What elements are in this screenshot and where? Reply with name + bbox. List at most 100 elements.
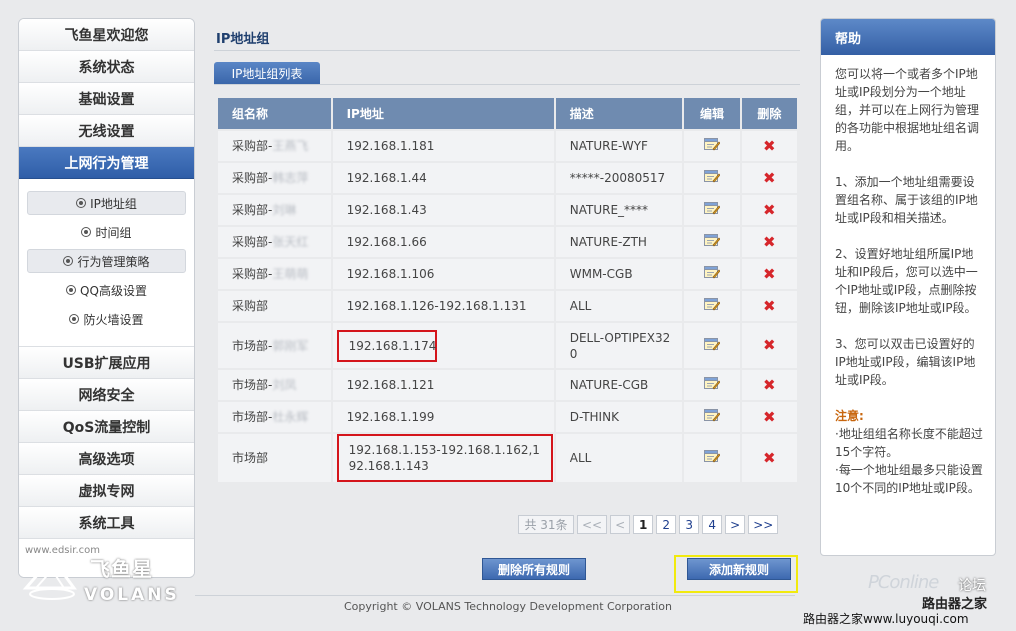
cell-delete: ✖ (741, 370, 797, 400)
edit-icon[interactable] (704, 169, 721, 183)
submenu-label: 时间组 (95, 225, 132, 240)
cell-ip-address: 192.168.1.199 (332, 402, 554, 432)
add-new-rule-button[interactable]: 添加新规则 (687, 558, 791, 580)
cell-ip-address: 192.168.1.44 (332, 163, 554, 193)
cell-ip-address: 192.168.1.181 (332, 131, 554, 161)
page-4-button[interactable]: 4 (702, 515, 723, 534)
menu-item-system-status[interactable]: 系统状态 (19, 51, 194, 83)
note-title: 注意: (835, 409, 864, 423)
menu-item-usb[interactable]: USB扩展应用 (19, 347, 194, 379)
edit-icon[interactable] (704, 265, 721, 279)
cell-delete: ✖ (741, 291, 797, 321)
delete-icon[interactable]: ✖ (763, 450, 776, 466)
column-header-desc[interactable]: 描述 (555, 98, 683, 129)
cell-edit (684, 370, 740, 400)
group-name-text: 市场部- (232, 378, 273, 392)
column-header-name[interactable]: 组名称 (218, 98, 331, 129)
cell-group-name: 市场部-郭刚军 (218, 323, 331, 368)
delete-icon[interactable]: ✖ (763, 409, 776, 425)
group-name-blurred: 郭刚军 (272, 338, 309, 353)
delete-icon[interactable]: ✖ (763, 138, 776, 154)
table-row[interactable]: 市场部 192.168.1.153-192.168.1.162,192.168.1… (218, 434, 797, 482)
delete-icon[interactable]: ✖ (763, 337, 776, 353)
cell-delete: ✖ (741, 131, 797, 161)
divider (214, 84, 800, 85)
submenu-firewall[interactable]: 防火墙设置 (27, 307, 186, 331)
table-row[interactable]: 采购部-张天红 192.168.1.66 NATURE-ZTH ✖ (218, 227, 797, 257)
group-name-blurred: 王萌萌 (272, 267, 309, 281)
page-next-button[interactable]: > (725, 515, 746, 534)
table-row[interactable]: 市场部-刘凤 192.168.1.121 NATURE-CGB ✖ (218, 370, 797, 400)
cell-edit (684, 163, 740, 193)
delete-icon[interactable]: ✖ (763, 234, 776, 250)
page-3-button[interactable]: 3 (679, 515, 700, 534)
group-name-text: 采购部- (232, 267, 273, 281)
table-row[interactable]: 市场部-郭刚军 192.168.1.174 DELL-OPTIPEX320 ✖ (218, 323, 797, 368)
cell-delete: ✖ (741, 323, 797, 368)
page-2-button[interactable]: 2 (656, 515, 677, 534)
edit-icon[interactable] (704, 337, 721, 351)
delete-icon[interactable]: ✖ (763, 266, 776, 282)
menu-item-network-security[interactable]: 网络安全 (19, 379, 194, 411)
column-header-edit: 编辑 (684, 98, 740, 129)
submenu-behavior-policy[interactable]: 行为管理策略 (27, 249, 186, 273)
menu-item-vpn[interactable]: 虚拟专网 (19, 475, 194, 507)
tab-ip-group-list[interactable]: IP地址组列表 (214, 62, 320, 84)
page-1-button[interactable]: 1 (633, 515, 654, 534)
submenu-label: QQ高级设置 (80, 283, 147, 298)
ip-address-text: 192.168.1.43 (346, 203, 427, 217)
cell-description: ALL (555, 291, 683, 321)
cell-ip-address: 192.168.1.121 (332, 370, 554, 400)
ip-address-text: 192.168.1.121 (346, 378, 435, 392)
submenu-time-group[interactable]: 时间组 (27, 220, 186, 244)
edit-icon[interactable] (704, 408, 721, 422)
group-name-text: 采购部- (232, 203, 273, 217)
edit-icon[interactable] (704, 137, 721, 151)
page-prev-button[interactable]: < (610, 515, 631, 534)
table-row[interactable]: 采购部 192.168.1.126-192.168.1.131 ALL ✖ (218, 291, 797, 321)
help-body: 您可以将一个或者多个IP地址或IP段划分为一个地址组，并可以在上网行为管理的各功… (821, 55, 995, 497)
divider (214, 50, 800, 51)
ip-address-text: 192.168.1.126-192.168.1.131 (346, 299, 527, 313)
table-row[interactable]: 采购部-刘琳 192.168.1.43 NATURE_**** ✖ (218, 195, 797, 225)
page-first-button[interactable]: << (577, 515, 608, 534)
edit-icon[interactable] (704, 449, 721, 463)
cell-edit (684, 434, 740, 482)
menu-item-welcome[interactable]: 飞鱼星欢迎您 (19, 19, 194, 51)
edit-icon[interactable] (704, 201, 721, 215)
cell-edit (684, 323, 740, 368)
menu-item-basic-settings[interactable]: 基础设置 (19, 83, 194, 115)
note-item: ·每一个地址组最多只能设置10个不同的IP地址或IP段。 (835, 463, 983, 495)
help-paragraph: 3、您可以双击已设置好的IP地址或IP段，编辑该IP地址或IP段。 (835, 337, 976, 387)
column-header-ip[interactable]: IP地址 (332, 98, 554, 129)
table-row[interactable]: 采购部-王萌萌 192.168.1.106 WMM-CGB ✖ (218, 259, 797, 289)
page-last-button[interactable]: >> (748, 515, 779, 534)
edit-icon[interactable] (704, 297, 721, 311)
delete-icon[interactable]: ✖ (763, 298, 776, 314)
delete-all-rules-button[interactable]: 删除所有规则 (482, 558, 586, 580)
menu-item-wireless-settings[interactable]: 无线设置 (19, 115, 194, 147)
pagination: 共 31条 << < 1 2 3 4 > >> (518, 515, 779, 534)
cell-ip-address: 192.168.1.43 (332, 195, 554, 225)
ip-address-text: 192.168.1.106 (346, 267, 435, 281)
menu-item-advanced[interactable]: 高级选项 (19, 443, 194, 475)
submenu-qq-advanced[interactable]: QQ高级设置 (27, 278, 186, 302)
menu-item-behavior-management[interactable]: 上网行为管理 (19, 147, 194, 179)
delete-icon[interactable]: ✖ (763, 202, 776, 218)
table-row[interactable]: 市场部-杜永辉 192.168.1.199 D-THINK ✖ (218, 402, 797, 432)
delete-icon[interactable]: ✖ (763, 377, 776, 393)
delete-icon[interactable]: ✖ (763, 170, 776, 186)
menu-item-system-tools[interactable]: 系统工具 (19, 507, 194, 539)
cell-delete: ✖ (741, 434, 797, 482)
cell-description: NATURE_**** (555, 195, 683, 225)
ip-address-text: 192.168.1.181 (346, 139, 435, 153)
group-name-text: 市场部- (232, 410, 273, 424)
table-row[interactable]: 采购部-王燕飞 192.168.1.181 NATURE-WYF ✖ (218, 131, 797, 161)
edit-icon[interactable] (704, 233, 721, 247)
edit-icon[interactable] (704, 376, 721, 390)
submenu-ip-group[interactable]: IP地址组 (27, 191, 186, 215)
table-row[interactable]: 采购部-韩志萍 192.168.1.44 *****-20080517 ✖ (218, 163, 797, 193)
cell-edit (684, 195, 740, 225)
menu-item-qos[interactable]: QoS流量控制 (19, 411, 194, 443)
group-name-text: 采购部 (232, 299, 269, 313)
